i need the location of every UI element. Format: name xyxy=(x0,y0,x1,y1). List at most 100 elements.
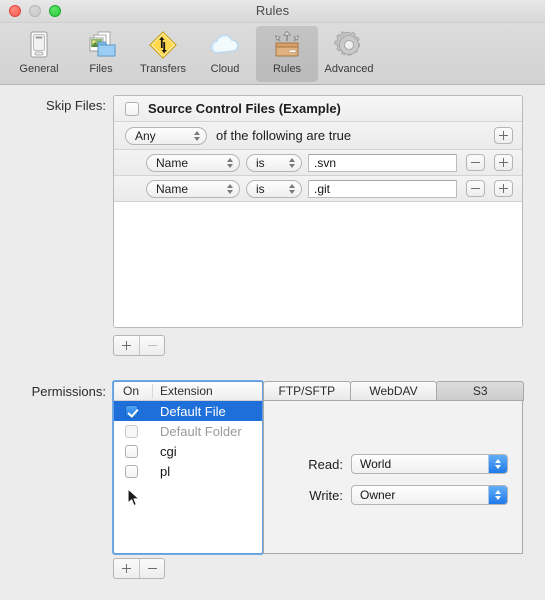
skip-group-header: Source Control Files (Example) xyxy=(114,96,522,122)
rules-icon xyxy=(270,29,304,62)
permissions-remove-button[interactable] xyxy=(139,559,164,578)
preferences-window: Rules General Files Transfers Cloud Rule… xyxy=(0,0,545,600)
permissions-row[interactable]: Default Folder xyxy=(114,421,262,441)
skip-files-footer-buttons xyxy=(113,335,165,356)
cloud-icon xyxy=(208,29,242,62)
general-icon xyxy=(22,29,56,62)
preferences-content: Skip Files: Source Control Files (Exampl… xyxy=(0,85,545,600)
row-extension-label: pl xyxy=(160,463,171,479)
row-checkbox[interactable] xyxy=(125,424,138,438)
permissions-add-button[interactable] xyxy=(114,559,139,578)
protocol-tab-body: Read: World Write: Owner xyxy=(263,401,523,554)
criteria-operator-popup[interactable]: is xyxy=(246,179,302,198)
permissions-extension-list[interactable]: On Extension Default File Default Folder… xyxy=(112,380,264,555)
match-mode-popup[interactable]: Any xyxy=(125,126,207,145)
row-extension-label: Default Folder xyxy=(160,423,242,439)
add-criteria-button[interactable] xyxy=(494,127,513,144)
criteria-operator-value: is xyxy=(256,155,265,170)
row-checkbox-cell[interactable] xyxy=(114,464,153,478)
skip-files-box: Source Control Files (Example) Any of th… xyxy=(113,95,523,328)
toolbar-label-advanced: Advanced xyxy=(324,63,374,75)
toolbar-item-transfers[interactable]: Transfers xyxy=(132,26,194,82)
criteria-field-popup[interactable]: Name xyxy=(146,153,240,172)
toolbar-item-general[interactable]: General xyxy=(8,26,70,82)
permissions-row[interactable]: cgi xyxy=(114,441,262,461)
chevron-updown-icon xyxy=(224,156,235,170)
permissions-row[interactable]: pl xyxy=(114,461,262,481)
skip-match-row: Any of the following are true xyxy=(114,122,522,150)
transfers-icon xyxy=(146,29,180,62)
column-header-extension: Extension xyxy=(160,384,213,398)
chevron-updown-icon xyxy=(488,486,507,504)
read-label: Read: xyxy=(308,456,343,472)
match-mode-value: Any xyxy=(135,128,156,143)
chevron-updown-icon xyxy=(488,455,507,473)
row-checkbox[interactable] xyxy=(125,464,138,478)
skip-remove-group-button[interactable] xyxy=(139,336,164,355)
read-permission-row: Read: World xyxy=(295,454,508,474)
skip-files-label: Skip Files: xyxy=(46,98,106,113)
match-suffix-text: of the following are true xyxy=(216,128,352,143)
protocol-tabbar: FTP/SFTP WebDAV S3 xyxy=(263,381,525,401)
tab-label: FTP/SFTP xyxy=(278,384,336,398)
toolbar-item-rules[interactable]: Rules xyxy=(256,26,318,82)
permissions-label: Permissions: xyxy=(31,384,106,399)
row-checkbox-cell[interactable] xyxy=(114,444,153,458)
row-checkbox[interactable] xyxy=(125,444,138,458)
criteria-field-popup[interactable]: Name xyxy=(146,179,240,198)
toolbar-label-files: Files xyxy=(89,63,113,75)
write-permission-popup[interactable]: Owner xyxy=(351,485,508,505)
write-permission-value: Owner xyxy=(360,488,396,502)
remove-criteria-button[interactable] xyxy=(466,154,485,171)
criteria-field-value: Name xyxy=(156,155,189,170)
advanced-icon xyxy=(332,29,366,62)
criteria-operator-popup[interactable]: is xyxy=(246,153,302,172)
toolbar-item-advanced[interactable]: Advanced xyxy=(318,26,380,82)
read-permission-value: World xyxy=(360,457,392,471)
title-bar: Rules xyxy=(0,0,545,23)
permissions-footer-buttons xyxy=(113,558,165,579)
window-title: Rules xyxy=(255,3,290,18)
permissions-row[interactable]: Default File xyxy=(114,401,262,421)
toolbar-item-files[interactable]: Files xyxy=(70,26,132,82)
write-permission-row: Write: Owner xyxy=(295,485,508,505)
skip-group-checkbox[interactable] xyxy=(125,101,139,116)
write-label: Write: xyxy=(309,487,343,503)
toolbar-label-transfers: Transfers xyxy=(139,63,187,75)
skip-rules-empty-area[interactable] xyxy=(114,202,522,327)
chevron-updown-icon xyxy=(224,182,235,196)
tab-label: WebDAV xyxy=(369,384,418,398)
preferences-toolbar: General Files Transfers Cloud Rules Adva… xyxy=(0,23,545,85)
row-extension-label: cgi xyxy=(160,443,177,459)
tab-s3[interactable]: S3 xyxy=(436,381,525,401)
toolbar-item-cloud[interactable]: Cloud xyxy=(194,26,256,82)
toolbar-label-general: General xyxy=(19,63,59,75)
remove-criteria-button[interactable] xyxy=(466,180,485,197)
files-icon xyxy=(84,29,118,62)
add-criteria-button[interactable] xyxy=(494,180,513,197)
chevron-updown-icon xyxy=(286,182,297,196)
skip-add-group-button[interactable] xyxy=(114,336,139,355)
criteria-row: Name is .git xyxy=(114,176,522,202)
skip-group-title: Source Control Files (Example) xyxy=(148,101,341,116)
tab-ftp-sftp[interactable]: FTP/SFTP xyxy=(263,381,351,401)
criteria-row: Name is .svn xyxy=(114,150,522,176)
chevron-updown-icon xyxy=(286,156,297,170)
chevron-updown-icon xyxy=(191,129,202,143)
tab-webdav[interactable]: WebDAV xyxy=(349,381,438,401)
toolbar-label-cloud: Cloud xyxy=(210,63,240,75)
criteria-value-input[interactable]: .git xyxy=(308,179,457,198)
column-header-on: On xyxy=(114,384,153,398)
criteria-value-input[interactable]: .svn xyxy=(308,153,457,172)
tab-label: S3 xyxy=(472,384,488,398)
criteria-field-value: Name xyxy=(156,181,189,196)
row-checkbox-cell[interactable] xyxy=(114,424,153,438)
toolbar-label-rules: Rules xyxy=(272,63,302,75)
permissions-protocol-pane: FTP/SFTP WebDAV S3 Read: World Write: Ow… xyxy=(263,381,525,554)
row-extension-label: Default File xyxy=(160,403,226,419)
row-checkbox-cell[interactable] xyxy=(114,404,153,418)
add-criteria-button[interactable] xyxy=(494,154,513,171)
row-checkbox[interactable] xyxy=(125,404,138,418)
read-permission-popup[interactable]: World xyxy=(351,454,508,474)
permissions-list-header: On Extension xyxy=(114,382,262,401)
